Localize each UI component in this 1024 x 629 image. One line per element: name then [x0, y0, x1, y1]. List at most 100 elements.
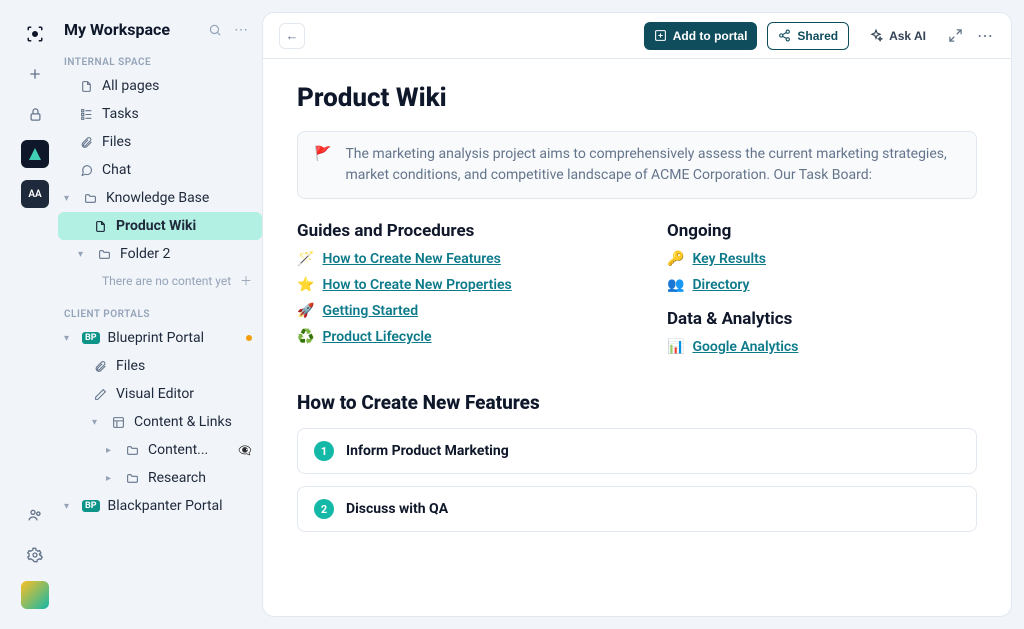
nav-files[interactable]: Files — [58, 128, 262, 156]
wiki-link[interactable]: Getting Started — [322, 303, 418, 319]
nav-label: Visual Editor — [116, 386, 194, 402]
people-icon[interactable] — [21, 501, 49, 529]
logo-icon[interactable] — [21, 20, 49, 48]
portal-badge: BP — [82, 332, 100, 344]
chart-icon: 📊 — [667, 339, 684, 355]
main-panel: ← Add to portal Shared Ask AI ⋯ Product … — [262, 12, 1012, 617]
plus-icon[interactable] — [21, 60, 49, 88]
user-avatar[interactable] — [21, 581, 49, 609]
star-icon: ⭐ — [297, 277, 314, 293]
link-row: ♻️ Product Lifecycle — [297, 329, 607, 345]
nav-label: Content & Links — [134, 414, 232, 430]
step-card[interactable]: 1 Inform Product Marketing — [297, 428, 977, 474]
topbar: ← Add to portal Shared Ask AI ⋯ — [263, 13, 1011, 59]
nav-label: Product Wiki — [116, 218, 196, 234]
portal-badge: BP — [82, 500, 100, 512]
wiki-link[interactable]: How to Create New Properties — [322, 277, 511, 293]
nav-visual-editor[interactable]: Visual Editor — [58, 380, 262, 408]
nav-folder2[interactable]: ▾ Folder 2 — [58, 240, 262, 268]
wiki-link[interactable]: Directory — [692, 277, 749, 293]
nav-blueprint-portal[interactable]: ▾ BP Blueprint Portal — [58, 324, 262, 352]
chevron-right-icon: ▾ — [64, 501, 74, 512]
ask-ai-button[interactable]: Ask AI — [859, 22, 936, 50]
nav-label: Files — [102, 134, 131, 150]
tasks-icon — [78, 108, 94, 121]
flag-icon: 🚩 — [314, 144, 331, 186]
nav-label: Content... — [148, 442, 208, 458]
link-row: 🚀 Getting Started — [297, 303, 607, 319]
settings-icon[interactable] — [21, 541, 49, 569]
link-row: ⭐ How to Create New Properties — [297, 277, 607, 293]
nav-content-links[interactable]: ▾ Content & Links — [58, 408, 262, 436]
more-icon[interactable]: ⋯ — [232, 22, 250, 38]
chevron-right-icon: ▸ — [106, 473, 116, 484]
lock-icon[interactable] — [21, 100, 49, 128]
nav-knowledge-base[interactable]: ▾ Knowledge Base — [58, 184, 262, 212]
shared-button[interactable]: Shared — [767, 22, 849, 50]
sidebar: My Workspace ⋯ INTERNAL SPACE All pages … — [58, 12, 262, 617]
hidden-icon: 👁‍🗨 — [238, 444, 252, 457]
column-heading: Guides and Procedures — [297, 221, 607, 241]
link-row: 👥 Directory — [667, 277, 977, 293]
callout-box: 🚩 The marketing analysis project aims to… — [297, 131, 977, 199]
left-rail: AA — [12, 12, 58, 617]
nav-product-wiki[interactable]: Product Wiki — [58, 212, 262, 240]
wiki-link[interactable]: How to Create New Features — [322, 251, 500, 267]
more-icon[interactable]: ⋯ — [975, 26, 995, 45]
workspace-aa-icon[interactable]: AA — [21, 180, 49, 208]
step-card[interactable]: 2 Discuss with QA — [297, 486, 977, 532]
link-row: 🪄 How to Create New Features — [297, 251, 607, 267]
workspace-title: My Workspace — [64, 20, 198, 39]
key-icon: 🔑 — [667, 251, 684, 267]
page-title: Product Wiki — [297, 83, 977, 113]
back-button[interactable]: ← — [279, 23, 305, 49]
people-icon: 👥 — [667, 277, 684, 293]
folder-icon — [124, 472, 140, 485]
chevron-down-icon: ▾ — [64, 193, 74, 204]
step-label: Discuss with QA — [346, 501, 448, 517]
step-label: Inform Product Marketing — [346, 443, 509, 459]
add-content-icon[interactable]: ＋ — [240, 272, 262, 289]
wiki-link[interactable]: Key Results — [692, 251, 766, 267]
nav-bp-files[interactable]: Files — [58, 352, 262, 380]
guides-column: Guides and Procedures 🪄 How to Create New… — [297, 221, 607, 365]
link-row: 📊 Google Analytics — [667, 339, 977, 355]
right-column: Ongoing 🔑Key Results 👥Directory Data & A… — [667, 221, 977, 365]
wiki-link[interactable]: Google Analytics — [692, 339, 798, 355]
nav-label: Folder 2 — [120, 246, 170, 262]
nav-content-sub[interactable]: ▸ Content... 👁‍🗨 — [58, 436, 262, 464]
wand-icon: 🪄 — [297, 251, 314, 267]
nav-label: Blackpanter Portal — [108, 498, 223, 514]
nav-label: Research — [148, 470, 206, 486]
layout-icon — [110, 416, 126, 429]
status-dot-icon — [246, 335, 252, 341]
nav-blackpanther[interactable]: ▾ BP Blackpanter Portal — [58, 492, 262, 520]
nav-all-pages[interactable]: All pages — [58, 72, 262, 100]
rocket-icon: 🚀 — [297, 303, 314, 319]
chevron-down-icon: ▾ — [64, 333, 74, 344]
nav-chat[interactable]: Chat — [58, 156, 262, 184]
recycle-icon: ♻️ — [297, 329, 314, 345]
folder-icon — [124, 444, 140, 457]
chevron-right-icon: ▸ — [106, 445, 116, 456]
nav-tasks[interactable]: Tasks — [58, 100, 262, 128]
page-icon — [92, 220, 108, 233]
workspace-a-icon[interactable] — [21, 140, 49, 168]
nav-label: Chat — [102, 162, 131, 178]
page-icon — [78, 80, 94, 93]
empty-state: There are no content yet ＋ — [58, 268, 262, 293]
wiki-link[interactable]: Product Lifecycle — [322, 329, 431, 345]
nav-label: Knowledge Base — [106, 190, 209, 206]
nav-research[interactable]: ▸ Research — [58, 464, 262, 492]
expand-icon[interactable] — [946, 28, 965, 43]
link-row: 🔑 Key Results — [667, 251, 977, 267]
chat-icon — [78, 164, 94, 177]
step-number: 1 — [314, 441, 334, 461]
folder-icon — [82, 192, 98, 205]
add-to-portal-button[interactable]: Add to portal — [644, 22, 758, 50]
nav-label: All pages — [102, 78, 159, 94]
nav-label: Files — [116, 358, 145, 374]
attachment-icon — [92, 360, 108, 373]
search-icon[interactable] — [206, 23, 224, 37]
callout-text: The marketing analysis project aims to c… — [345, 144, 960, 186]
